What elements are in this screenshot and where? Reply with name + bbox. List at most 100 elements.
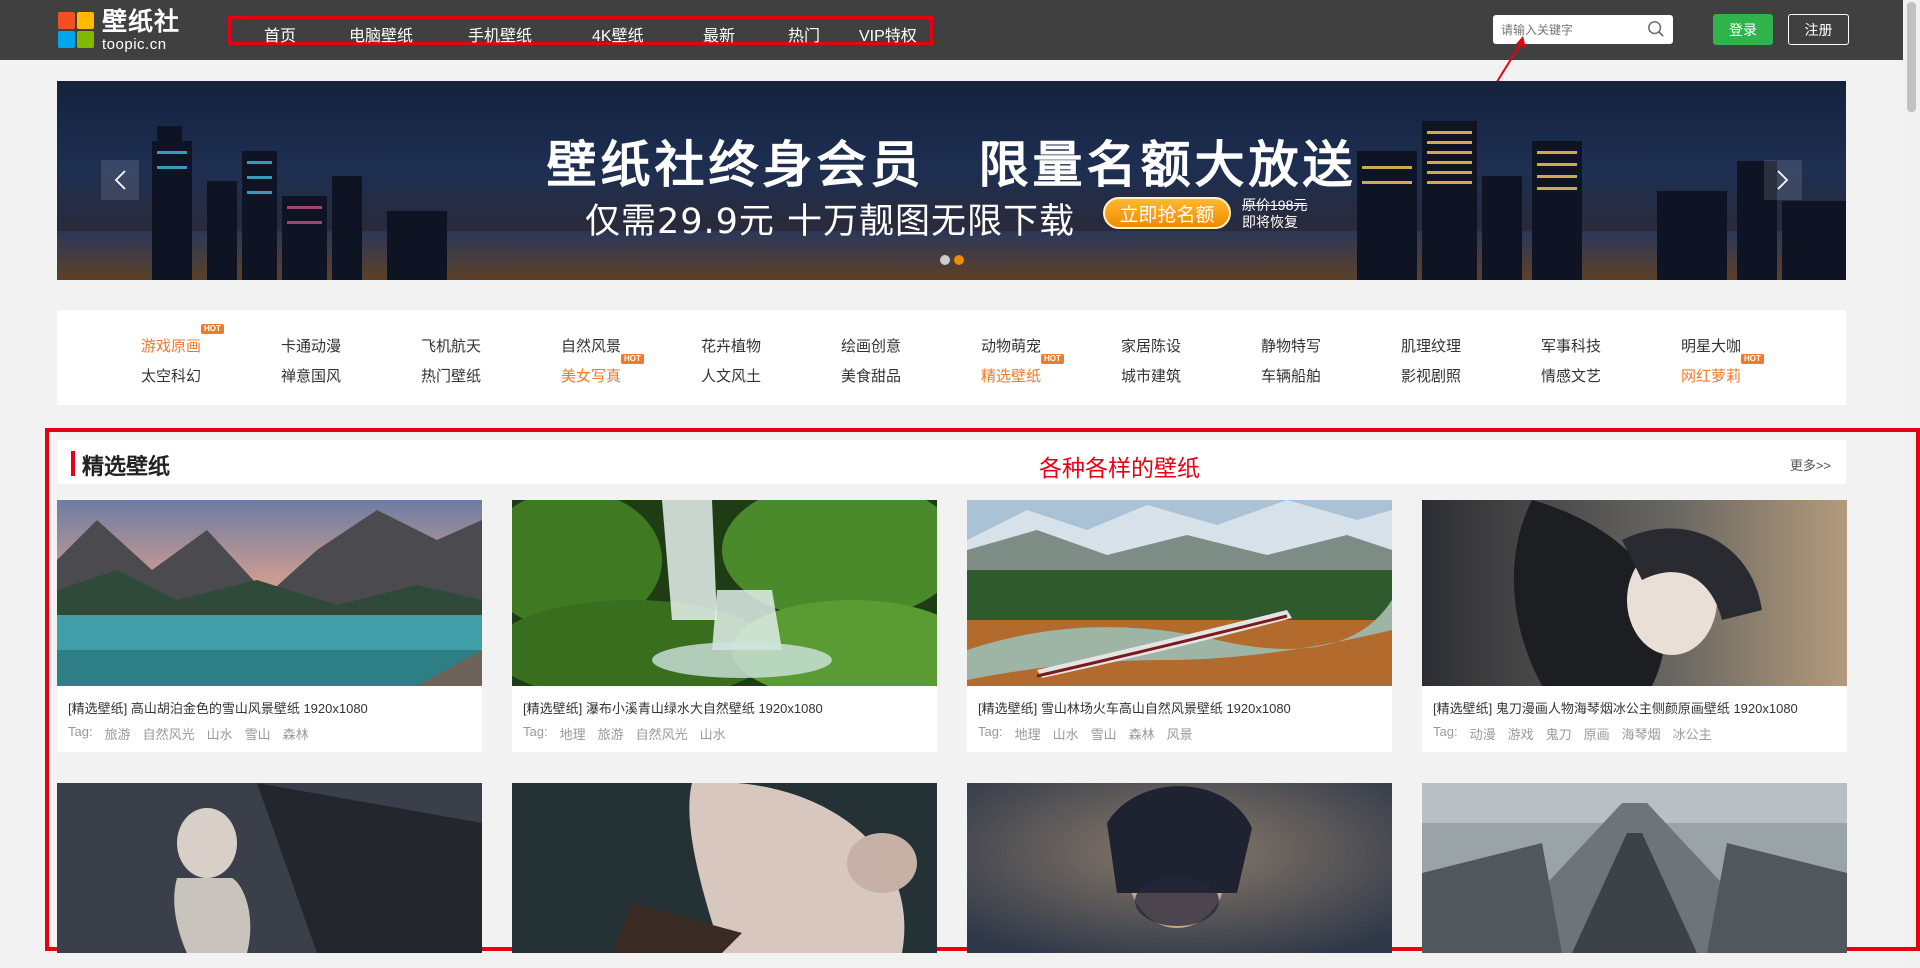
- nav-popular[interactable]: 热门: [788, 22, 820, 46]
- banner-next-button[interactable]: [1764, 160, 1802, 200]
- category-link[interactable]: 太空科幻: [116, 365, 226, 386]
- wallpaper-thumbnail[interactable]: [967, 783, 1392, 953]
- category-label: 精选壁纸: [980, 368, 1041, 385]
- category-link[interactable]: 动物萌宠: [956, 335, 1066, 356]
- tag-prefix: Tag:: [1433, 724, 1458, 739]
- login-button[interactable]: 登录: [1713, 14, 1773, 45]
- category-link[interactable]: 人文风土: [676, 365, 786, 386]
- category-link[interactable]: 自然风景: [536, 335, 646, 356]
- category-link[interactable]: 车辆船舶: [1236, 365, 1346, 386]
- category-link[interactable]: 肌理纹理: [1376, 335, 1486, 356]
- site-logo[interactable]: 壁纸社 toopic.cn: [58, 9, 198, 53]
- nav-vip[interactable]: VIP特权: [859, 22, 917, 46]
- category-link[interactable]: 静物特写: [1236, 335, 1346, 356]
- annotation-label: 各种各样的壁纸: [1039, 456, 1200, 482]
- tag[interactable]: 森林: [283, 724, 309, 743]
- tag[interactable]: 原画: [1584, 724, 1610, 743]
- wallpaper-thumbnail[interactable]: [57, 783, 482, 953]
- tag[interactable]: 地理: [560, 724, 586, 743]
- register-button[interactable]: 注册: [1788, 14, 1849, 45]
- tag[interactable]: 雪山: [245, 724, 271, 743]
- card-title[interactable]: [精选壁纸] 高山胡泊金色的雪山风景壁纸 1920x1080: [68, 698, 368, 717]
- nav-home[interactable]: 首页: [264, 22, 296, 46]
- wallpaper-card[interactable]: [精选壁纸] 鬼刀漫画人物海琴烟冰公主侧颜原画壁纸 1920x1080 Tag:…: [1422, 500, 1847, 752]
- category-link[interactable]: 城市建筑: [1096, 365, 1206, 386]
- search-icon[interactable]: [1647, 20, 1665, 38]
- tag[interactable]: 冰公主: [1673, 724, 1712, 743]
- wallpaper-thumbnail[interactable]: [57, 500, 482, 686]
- banner-prev-button[interactable]: [101, 160, 139, 200]
- category-link[interactable]: 精选壁纸 HOT: [956, 354, 1066, 386]
- nav-phone-wallpaper[interactable]: 手机壁纸: [468, 22, 532, 46]
- category-label: 动物萌宠: [980, 338, 1041, 355]
- tag[interactable]: 山水: [1053, 724, 1079, 743]
- tag[interactable]: 风景: [1167, 724, 1193, 743]
- category-label: 影视剧照: [1400, 368, 1461, 385]
- category-label: 家居陈设: [1120, 338, 1181, 355]
- category-label: 美食甜品: [840, 368, 901, 385]
- more-link[interactable]: 更多>>: [1790, 455, 1831, 474]
- tag[interactable]: 海琴烟: [1622, 724, 1661, 743]
- wallpaper-card[interactable]: [精选壁纸] 雪山林场火车高山自然风景壁纸 1920x1080 Tag: 地理 …: [967, 500, 1392, 752]
- card-tags: Tag: 旅游 自然风光 山水 雪山 森林: [68, 724, 309, 743]
- wallpaper-thumbnail[interactable]: [1422, 500, 1847, 686]
- logo-domain: toopic.cn: [102, 35, 167, 53]
- category-link[interactable]: 明星大咖: [1656, 335, 1766, 356]
- card-tags: Tag: 地理 旅游 自然风光 山水: [523, 724, 726, 743]
- nav-pc-wallpaper[interactable]: 电脑壁纸: [349, 22, 413, 46]
- category-label: 自然风景: [560, 338, 621, 355]
- wallpaper-thumbnail[interactable]: [512, 500, 937, 686]
- chevron-right-icon: [1777, 170, 1789, 190]
- promo-banner[interactable]: 壁纸社终身会员 限量名额大放送 仅需29.9元 十万靓图无限下载 立即抢名额 原…: [57, 81, 1846, 280]
- banner-dot-1[interactable]: [940, 255, 950, 265]
- wallpaper-card[interactable]: [精选壁纸] 高山胡泊金色的雪山风景壁纸 1920x1080 Tag: 旅游 自…: [57, 500, 482, 752]
- tag[interactable]: 旅游: [598, 724, 624, 743]
- tag[interactable]: 森林: [1129, 724, 1155, 743]
- category-label: 网红萝莉: [1680, 368, 1741, 385]
- tag[interactable]: 地理: [1015, 724, 1041, 743]
- wallpaper-thumbnail[interactable]: [1422, 783, 1847, 953]
- category-link[interactable]: 游戏原画 HOT: [116, 324, 226, 356]
- logo-icon: [58, 12, 94, 48]
- category-link[interactable]: 影视剧照: [1376, 365, 1486, 386]
- category-link[interactable]: 网红萝莉 HOT: [1656, 354, 1766, 386]
- card-title[interactable]: [精选壁纸] 雪山林场火车高山自然风景壁纸 1920x1080: [978, 698, 1291, 717]
- category-link[interactable]: 热门壁纸: [396, 365, 506, 386]
- category-link[interactable]: 花卉植物: [676, 335, 786, 356]
- wallpaper-thumbnail[interactable]: [967, 500, 1392, 686]
- category-link[interactable]: 飞机航天: [396, 335, 506, 356]
- card-title[interactable]: [精选壁纸] 鬼刀漫画人物海琴烟冰公主侧颜原画壁纸 1920x1080: [1433, 698, 1798, 717]
- category-link[interactable]: 卡通动漫: [256, 335, 366, 356]
- nav-latest[interactable]: 最新: [703, 22, 735, 46]
- category-label: 军事科技: [1540, 338, 1601, 355]
- tag[interactable]: 雪山: [1091, 724, 1117, 743]
- tag[interactable]: 山水: [207, 724, 233, 743]
- tag[interactable]: 动漫: [1470, 724, 1496, 743]
- tag[interactable]: 旅游: [105, 724, 131, 743]
- banner-original-price: 原价198元: [1242, 197, 1308, 213]
- category-link[interactable]: 禅意国风: [256, 365, 366, 386]
- category-link[interactable]: 美食甜品: [816, 365, 926, 386]
- category-label: 明星大咖: [1680, 338, 1741, 355]
- wallpaper-card[interactable]: [精选壁纸] 瀑布小溪青山绿水大自然壁纸 1920x1080 Tag: 地理 旅…: [512, 500, 937, 752]
- category-link[interactable]: 绘画创意: [816, 335, 926, 356]
- tag[interactable]: 游戏: [1508, 724, 1534, 743]
- category-label: 城市建筑: [1120, 368, 1181, 385]
- category-label: 太空科幻: [140, 368, 201, 385]
- banner-dot-2[interactable]: [954, 255, 964, 265]
- tag[interactable]: 鬼刀: [1546, 724, 1572, 743]
- banner-cta-button[interactable]: 立即抢名额: [1103, 197, 1231, 229]
- tag[interactable]: 山水: [700, 724, 726, 743]
- tag[interactable]: 自然风光: [636, 724, 688, 743]
- nav-4k-wallpaper[interactable]: 4K壁纸: [592, 22, 644, 46]
- scrollbar-thumb[interactable]: [1907, 2, 1916, 112]
- category-link[interactable]: 情感文艺: [1516, 365, 1626, 386]
- category-label: 飞机航天: [420, 338, 481, 355]
- tag[interactable]: 自然风光: [143, 724, 195, 743]
- wallpaper-thumbnail[interactable]: [512, 783, 937, 953]
- category-link[interactable]: 美女写真 HOT: [536, 354, 646, 386]
- category-link[interactable]: 家居陈设: [1096, 335, 1206, 356]
- category-link[interactable]: 军事科技: [1516, 335, 1626, 356]
- chevron-left-icon: [114, 170, 126, 190]
- card-title[interactable]: [精选壁纸] 瀑布小溪青山绿水大自然壁纸 1920x1080: [523, 698, 823, 717]
